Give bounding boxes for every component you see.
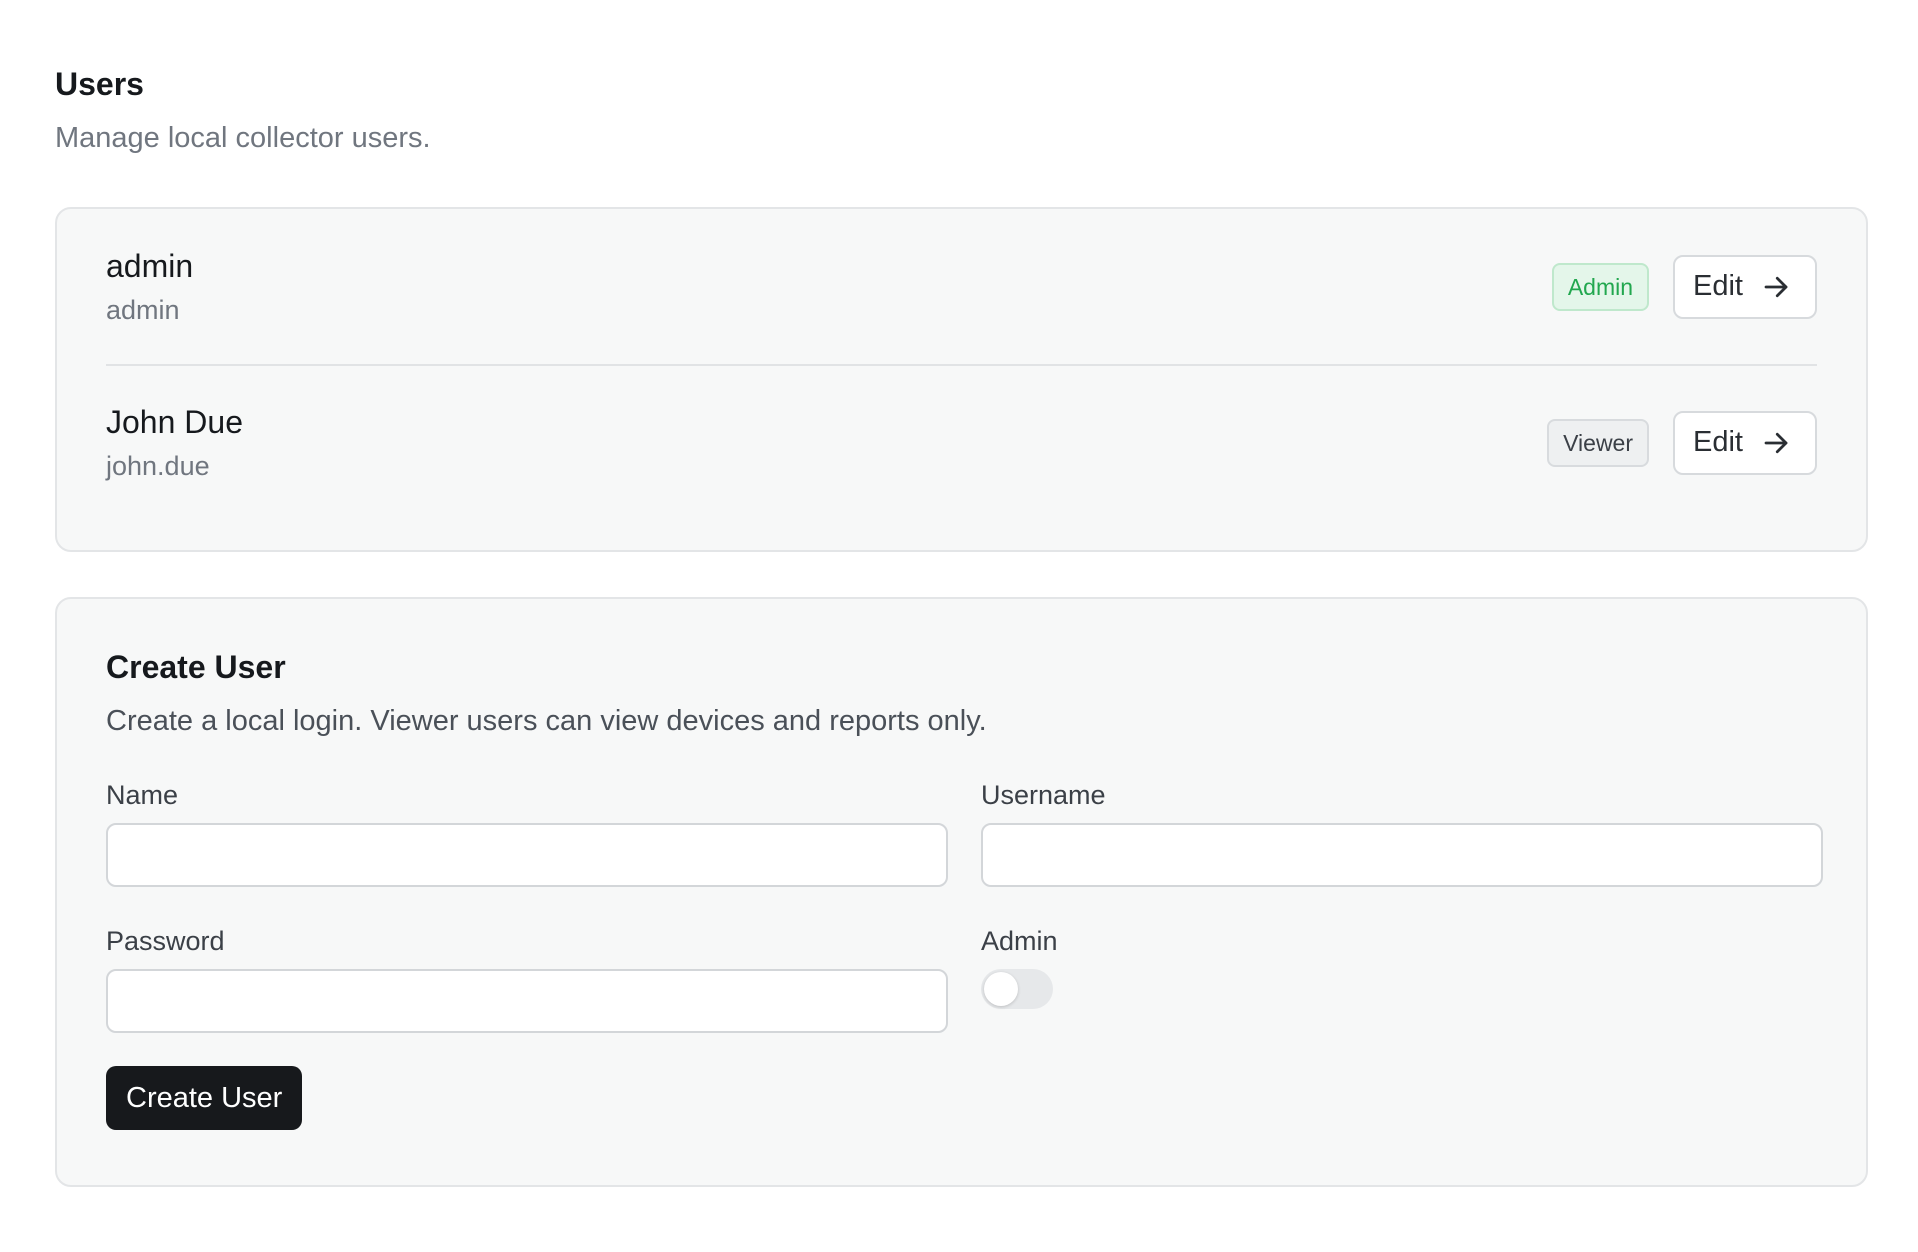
name-field-group: Name — [106, 779, 948, 887]
edit-user-button[interactable]: Edit — [1673, 410, 1817, 475]
user-row: John Due john.due Viewer Edit — [106, 364, 1817, 519]
users-page: Users Manage local collector users. admi… — [0, 0, 1918, 1252]
arrow-right-icon — [1764, 276, 1788, 297]
role-badge-admin: Admin — [1551, 262, 1650, 311]
admin-toggle[interactable] — [981, 969, 1053, 1009]
username-input[interactable] — [981, 823, 1823, 887]
user-row: admin admin Admin Edit — [106, 209, 1817, 364]
role-badge-viewer: Viewer — [1547, 418, 1650, 467]
page-title: Users — [55, 66, 144, 102]
username-field-group: Username — [981, 779, 1823, 887]
users-list-card: admin admin Admin Edit John Due john.due — [55, 207, 1868, 552]
user-display-name: John Due — [106, 403, 243, 440]
user-username: john.due — [106, 450, 210, 481]
user-display-name: admin — [106, 247, 194, 284]
edit-button-label: Edit — [1693, 426, 1743, 458]
user-info: admin admin — [106, 246, 193, 328]
name-label: Name — [106, 780, 179, 810]
user-actions: Admin Edit — [1551, 254, 1817, 319]
arrow-right-icon — [1764, 432, 1788, 453]
create-user-form: Name Username Password Admin — [106, 779, 1823, 1033]
username-label: Username — [981, 780, 1106, 810]
toggle-knob — [984, 972, 1018, 1006]
create-user-button[interactable]: Create User — [106, 1066, 303, 1130]
password-input[interactable] — [106, 969, 948, 1033]
password-field-group: Password — [106, 925, 948, 1033]
create-user-title: Create User — [106, 649, 286, 685]
user-actions: Viewer Edit — [1547, 410, 1817, 475]
user-info: John Due john.due — [106, 402, 243, 484]
page-subtitle: Manage local collector users. — [55, 122, 431, 154]
create-user-card: Create User Create a local login. Viewer… — [55, 597, 1868, 1187]
name-input[interactable] — [106, 823, 948, 887]
admin-label: Admin — [981, 926, 1058, 956]
edit-button-label: Edit — [1693, 270, 1743, 302]
create-user-description: Create a local login. Viewer users can v… — [106, 705, 987, 737]
password-label: Password — [106, 926, 225, 956]
edit-user-button[interactable]: Edit — [1673, 254, 1817, 319]
user-username: admin — [106, 294, 180, 325]
admin-field-group: Admin — [981, 925, 1823, 1033]
